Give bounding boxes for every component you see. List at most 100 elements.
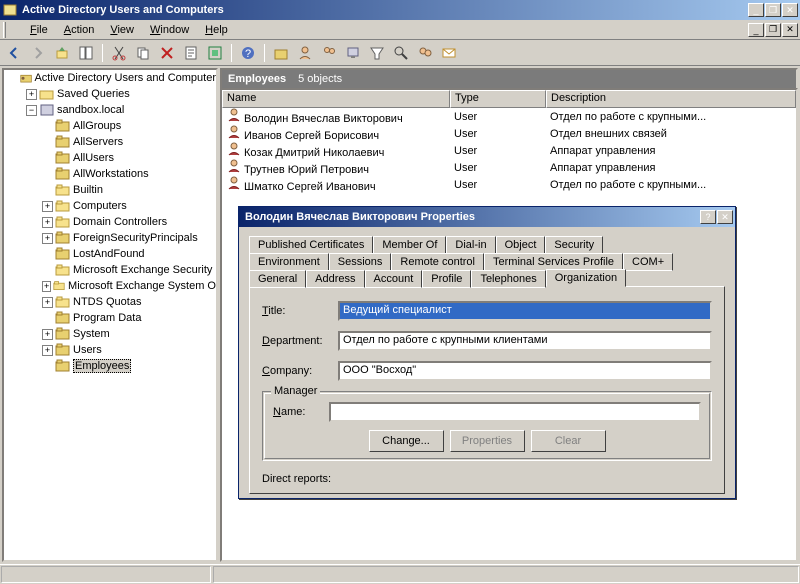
tree-item[interactable]: +System — [4, 326, 216, 342]
company-label: Company: — [262, 365, 338, 377]
tab[interactable]: Published Certificates — [249, 236, 373, 254]
tree-domain[interactable]: −sandbox.local — [4, 102, 216, 118]
menu-help[interactable]: Help — [197, 22, 236, 38]
company-input[interactable]: ООО "Восход" — [338, 361, 712, 381]
tab[interactable]: Member Of — [373, 236, 446, 254]
list-item[interactable]: Володин Вячеслав ВикторовичUserОтдел по … — [222, 108, 796, 125]
dialog-help-button[interactable]: ? — [700, 210, 716, 224]
change-button[interactable]: Change... — [369, 430, 444, 452]
delete-button[interactable] — [157, 43, 177, 63]
tree-item[interactable]: LostAndFound — [4, 246, 216, 262]
tree-saved-queries[interactable]: +Saved Queries — [4, 86, 216, 102]
add-to-group-button[interactable] — [415, 43, 435, 63]
cut-button[interactable] — [109, 43, 129, 63]
department-label: Department: — [262, 335, 338, 347]
help-button[interactable]: ? — [238, 43, 258, 63]
restore-button[interactable]: ❐ — [765, 3, 781, 17]
new-group-button[interactable] — [319, 43, 339, 63]
list-item[interactable]: Шматко Сергей ИвановичUserОтдел по работ… — [222, 176, 796, 193]
properties-button[interactable] — [181, 43, 201, 63]
clear-button: Clear — [531, 430, 606, 452]
tree-item[interactable]: AllServers — [4, 134, 216, 150]
tree-root[interactable]: Active Directory Users and Computer — [4, 70, 216, 86]
tree-item[interactable]: Employees — [4, 358, 216, 374]
window-title: Active Directory Users and Computers — [22, 4, 748, 16]
forward-button[interactable] — [28, 43, 48, 63]
tree-item[interactable]: AllUsers — [4, 150, 216, 166]
mail-button[interactable] — [439, 43, 459, 63]
menu-file[interactable]: File — [22, 22, 56, 38]
tree-item[interactable]: Microsoft Exchange Security — [4, 262, 216, 278]
right-pane-header: Employees 5 objects — [220, 68, 798, 88]
refresh-button[interactable] — [205, 43, 225, 63]
filter-button[interactable] — [367, 43, 387, 63]
tree-item[interactable]: +NTDS Quotas — [4, 294, 216, 310]
department-input[interactable]: Отдел по работе с крупными клиентами — [338, 331, 712, 351]
tab[interactable]: Environment — [249, 253, 329, 271]
mdi-restore-button[interactable]: ❐ — [765, 23, 781, 37]
main-titlebar: Active Directory Users and Computers _ ❐… — [0, 0, 800, 20]
direct-reports-label: Direct reports: — [262, 473, 712, 485]
dialog-title: Володин Вячеслав Викторович Properties — [241, 211, 700, 223]
svg-text:?: ? — [245, 48, 251, 60]
tab[interactable]: Account — [365, 270, 423, 288]
tab[interactable]: Sessions — [329, 253, 392, 271]
up-button[interactable] — [52, 43, 72, 63]
tree-item[interactable]: Program Data — [4, 310, 216, 326]
menubar: File Action View Window Help _ ❐ ✕ — [0, 20, 800, 40]
tab[interactable]: COM+ — [623, 253, 673, 271]
col-header-desc[interactable]: Description — [546, 90, 796, 108]
show-hide-button[interactable] — [76, 43, 96, 63]
tab-panel: Title: Ведущий специалист Department: От… — [249, 286, 725, 494]
tree-item[interactable]: +Computers — [4, 198, 216, 214]
new-computer-button[interactable] — [343, 43, 363, 63]
tab[interactable]: Profile — [422, 270, 471, 288]
list-item[interactable]: Иванов Сергей БорисовичUserОтдел внешних… — [222, 125, 796, 142]
app-icon — [2, 2, 18, 18]
manager-name-label: Name: — [273, 406, 329, 418]
back-button[interactable] — [4, 43, 24, 63]
mdi-minimize-button[interactable]: _ — [748, 23, 764, 37]
header-title: Employees — [228, 73, 286, 85]
tab[interactable]: Remote control — [391, 253, 484, 271]
tab[interactable]: Dial-in — [446, 236, 495, 254]
menu-action[interactable]: Action — [56, 22, 103, 38]
dialog-close-button[interactable]: ✕ — [717, 210, 733, 224]
menu-view[interactable]: View — [102, 22, 142, 38]
list-item[interactable]: Трутнев Юрий ПетровичUserАппарат управле… — [222, 159, 796, 176]
find-button[interactable] — [391, 43, 411, 63]
tree-item[interactable]: +Domain Controllers — [4, 214, 216, 230]
new-ou-button[interactable] — [271, 43, 291, 63]
new-user-button[interactable] — [295, 43, 315, 63]
tab[interactable]: Organization — [546, 269, 626, 287]
mdi-close-button[interactable]: ✕ — [782, 23, 798, 37]
list-item[interactable]: Козак Дмитрий НиколаевичUserАппарат упра… — [222, 142, 796, 159]
title-input[interactable]: Ведущий специалист — [338, 301, 712, 321]
statusbar — [0, 564, 800, 584]
toolbar: ? — [0, 40, 800, 66]
manager-group-label: Manager — [271, 385, 320, 397]
manager-properties-button: Properties — [450, 430, 525, 452]
tree-item[interactable]: +Users — [4, 342, 216, 358]
tab[interactable]: Object — [496, 236, 546, 254]
tab[interactable]: Security — [545, 236, 603, 254]
tab[interactable]: Address — [306, 270, 364, 288]
menu-window[interactable]: Window — [142, 22, 197, 38]
properties-dialog: Володин Вячеслав Викторович Properties ?… — [238, 206, 736, 499]
tree-view[interactable]: Active Directory Users and Computer +Sav… — [2, 68, 218, 562]
col-header-type[interactable]: Type — [450, 90, 546, 108]
tree-item[interactable]: AllWorkstations — [4, 166, 216, 182]
tree-item[interactable]: Builtin — [4, 182, 216, 198]
manager-name-input[interactable] — [329, 402, 701, 422]
col-header-name[interactable]: Name — [222, 90, 450, 108]
close-button[interactable]: ✕ — [782, 3, 798, 17]
tab[interactable]: Telephones — [471, 270, 545, 288]
tree-item[interactable]: +ForeignSecurityPrincipals — [4, 230, 216, 246]
tree-item[interactable]: AllGroups — [4, 118, 216, 134]
tree-item[interactable]: +Microsoft Exchange System O — [4, 278, 216, 294]
header-count: 5 objects — [298, 73, 342, 85]
title-label: Title: — [262, 305, 338, 317]
minimize-button[interactable]: _ — [748, 3, 764, 17]
tab[interactable]: General — [249, 270, 306, 288]
copy-button[interactable] — [133, 43, 153, 63]
